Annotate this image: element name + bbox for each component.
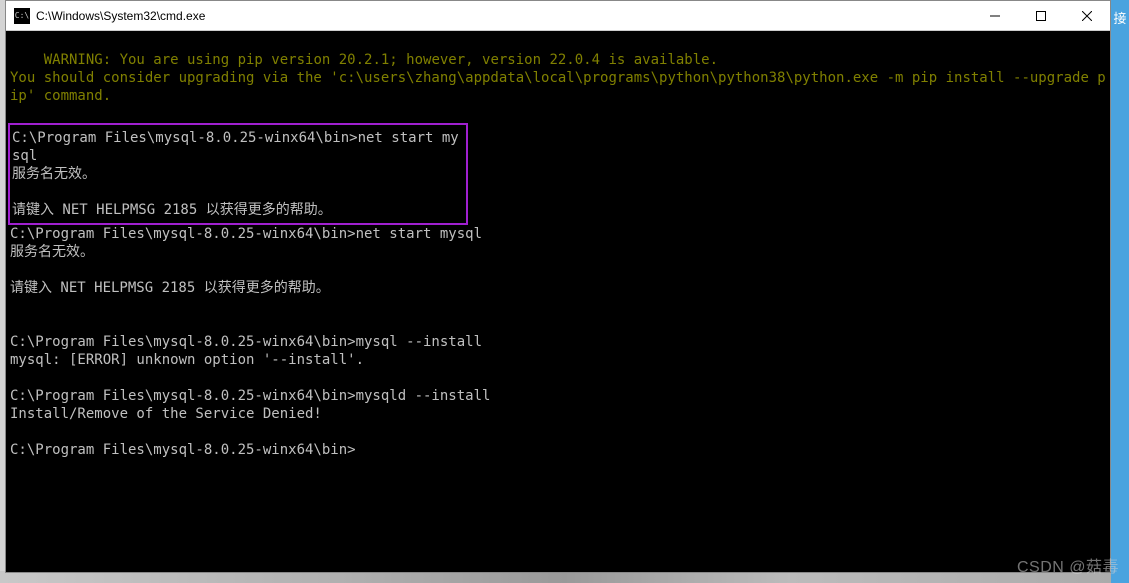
output-line: 请键入 NET HELPMSG 2185 以获得更多的帮助。 <box>12 202 332 218</box>
close-button[interactable] <box>1064 1 1110 31</box>
output-line: 服务名无效。 <box>10 244 94 260</box>
prompt-line: C:\Program Files\mysql-8.0.25-winx64\bin… <box>10 388 490 404</box>
minimize-button[interactable] <box>972 1 1018 31</box>
pip-warning-line1: WARNING: You are using pip version 20.2.… <box>44 52 718 68</box>
output-line: 请键入 NET HELPMSG 2185 以获得更多的帮助。 <box>10 280 330 296</box>
output-line: Install/Remove of the Service Denied! <box>10 406 322 422</box>
blank-line <box>10 105 1106 123</box>
prompt-line: C:\Program Files\mysql-8.0.25-winx64\bin… <box>10 334 482 350</box>
terminal-output[interactable]: WARNING: You are using pip version 20.2.… <box>6 31 1110 572</box>
highlighted-block: C:\Program Files\mysql-8.0.25-winx64\bin… <box>8 123 468 225</box>
cmd-icon: C:\ <box>14 8 30 24</box>
cmd-window: C:\ C:\Windows\System32\cmd.exe WARNING:… <box>5 0 1111 573</box>
prompt-cursor: C:\Program Files\mysql-8.0.25-winx64\bin… <box>10 442 356 458</box>
output-line: mysql: [ERROR] unknown option '--install… <box>10 352 364 368</box>
prompt-line: C:\Program Files\mysql-8.0.25-winx64\bin… <box>12 130 459 164</box>
titlebar[interactable]: C:\ C:\Windows\System32\cmd.exe <box>6 1 1110 31</box>
prompt-line: C:\Program Files\mysql-8.0.25-winx64\bin… <box>10 226 482 242</box>
window-title: C:\Windows\System32\cmd.exe <box>36 9 972 23</box>
pip-warning-line2: You should consider upgrading via the 'c… <box>10 70 1106 104</box>
side-tab[interactable]: 接 <box>1111 0 1129 583</box>
window-controls <box>972 1 1110 31</box>
output-line: 服务名无效。 <box>12 166 96 182</box>
maximize-button[interactable] <box>1018 1 1064 31</box>
